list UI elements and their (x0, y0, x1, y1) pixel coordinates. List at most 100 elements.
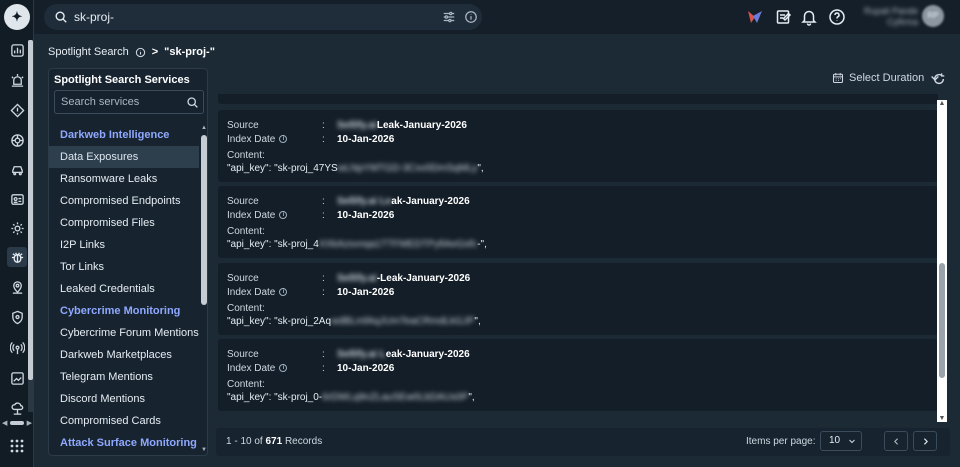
network-icon[interactable] (7, 130, 27, 150)
content-value[interactable]: "api_key": "sk-proj_4XXkAzsvnqa1TTFMEDTP… (227, 239, 487, 250)
result-card[interactable]: Source: Sellify.ai-Leak-January-2026 Index… (218, 263, 938, 335)
info-icon[interactable]: i (279, 288, 288, 297)
scroll-right-icon[interactable]: ▶ (27, 419, 32, 427)
breadcrumb-separator: > (151, 46, 159, 58)
service-item[interactable]: Leaked Credentials (49, 278, 199, 300)
global-search-bar[interactable]: sk-proj- (44, 4, 482, 30)
content-value[interactable]: "api_key": "sk-proj_2AqwdBLmfAqJUmTeaCRm… (227, 316, 481, 327)
items-per-page-select[interactable]: 10 (820, 431, 862, 451)
service-category[interactable]: Darkweb Intelligence (49, 124, 199, 146)
results-scrollbar-thumb[interactable] (939, 263, 945, 378)
help-icon[interactable] (828, 8, 846, 26)
service-item[interactable]: Darkweb Marketplaces (49, 344, 199, 366)
scroll-down-icon[interactable]: ▼ (937, 415, 947, 422)
avatar[interactable]: RP (922, 5, 944, 27)
bug-icon[interactable] (7, 247, 27, 267)
service-item[interactable]: Compromised Files (49, 212, 199, 234)
result-card-partial[interactable] (218, 94, 938, 104)
services-search[interactable] (54, 90, 204, 114)
previous-page-button[interactable] (884, 431, 908, 451)
settings-cog-icon[interactable] (7, 218, 27, 238)
source-suffix: -Leak-January-2026 (376, 273, 471, 284)
rail-scrollbar[interactable] (28, 40, 33, 412)
breadcrumb-root[interactable]: Spotlight Search (48, 46, 129, 58)
source-colon: : (322, 196, 325, 207)
id-card-icon[interactable] (7, 189, 27, 209)
content-suffix: ", (477, 163, 484, 174)
shield-icon[interactable] (7, 307, 27, 327)
image-report-icon[interactable] (7, 368, 27, 388)
search-icon[interactable] (186, 96, 199, 109)
filter-sliders-icon[interactable] (442, 10, 456, 24)
notification-bell-icon[interactable] (800, 8, 818, 26)
index-date-label: Index Date (227, 287, 276, 298)
index-date-label: Index Date (227, 210, 276, 221)
service-category[interactable]: Attack Surface Monitoring (49, 432, 199, 454)
dashboard-icon[interactable] (7, 40, 27, 60)
rail-horizontal-thumb[interactable] (10, 421, 24, 425)
services-scrollbar[interactable]: ▲ ▼ (201, 125, 207, 455)
source-colon: : (322, 120, 325, 131)
info-icon[interactable] (464, 10, 478, 24)
service-item[interactable]: Compromised Cards (49, 410, 199, 432)
services-scrollbar-thumb[interactable] (201, 135, 207, 305)
info-icon[interactable]: i (279, 211, 288, 220)
service-item[interactable]: Compromised Endpoints (49, 190, 199, 212)
broadcast-icon[interactable] (7, 338, 27, 358)
source-redacted: Sellify.ai L (337, 349, 386, 360)
user-info[interactable]: Rupali Pande Cyfirma (854, 6, 918, 28)
breadcrumb: Spotlight Search > "sk-proj-" (48, 46, 215, 58)
alarm-icon[interactable] (7, 70, 27, 90)
info-icon[interactable]: i (279, 364, 288, 373)
edit-note-icon[interactable] (775, 8, 793, 26)
chevron-down-icon (849, 439, 855, 444)
service-item[interactable]: Data Exposures (49, 146, 199, 168)
results-scrollbar[interactable]: ▲ ▼ (937, 100, 947, 422)
warning-icon[interactable] (7, 100, 27, 120)
info-icon[interactable] (135, 47, 146, 58)
service-item[interactable]: I2P Links (49, 234, 199, 256)
location-pin-icon[interactable] (7, 277, 27, 297)
source-suffix: ak-January-2026 (391, 196, 470, 207)
service-item[interactable]: Discord Mentions (49, 388, 199, 410)
result-card[interactable]: Source: Sellify.ai Leak-January-2026 Index… (218, 186, 938, 258)
select-duration-dropdown[interactable]: Select Duration (832, 72, 941, 84)
scroll-up-icon[interactable]: ▲ (937, 100, 947, 107)
services-list: Darkweb Intelligence Data Exposures Ransom… (49, 124, 199, 454)
chevron-right-icon (923, 437, 928, 445)
service-item[interactable]: Telegram Mentions (49, 366, 199, 388)
service-item[interactable]: Ransomware Leaks (49, 168, 199, 190)
service-item[interactable]: Cybercrime Forum Mentions (49, 322, 199, 344)
info-icon[interactable]: i (279, 135, 288, 144)
source-label: Source (227, 196, 259, 207)
calendar-icon (832, 73, 844, 84)
service-category[interactable]: Cybercrime Monitoring (49, 300, 199, 322)
index-date-colon: : (322, 287, 325, 298)
next-page-button[interactable] (913, 431, 937, 451)
result-card[interactable]: Source: Sellify.ai Leak-January-2026 Index… (218, 339, 938, 411)
services-search-input[interactable] (61, 94, 181, 110)
rail-scrollbar-thumb[interactable] (28, 40, 33, 380)
brand-logo[interactable]: ✦ (4, 4, 30, 30)
content-value[interactable]: "api_key": "sk-proj_47YSwLNpYMTGD-3Cxv0D… (227, 163, 484, 174)
apps-grid-icon[interactable] (9, 438, 25, 454)
source-redacted: Sellify.ai (337, 120, 377, 131)
global-search-input[interactable]: sk-proj- (74, 10, 114, 24)
scroll-down-icon[interactable]: ▼ (201, 447, 207, 455)
content-value[interactable]: "api_key": "sk-proj_0-6rDWLq9nZLauSEw0Lb… (227, 392, 475, 403)
rail-horizontal-scrollbar[interactable]: ◀ ▶ (2, 418, 32, 428)
source-suffix: eak-January-2026 (385, 349, 470, 360)
cloud-network-icon[interactable] (7, 398, 27, 418)
pagination-bar: 1 - 10 of 671 Records Items per page: 10 (216, 428, 950, 456)
result-card[interactable]: Source: Sellify.aiLeak-January-2026 Index … (218, 110, 938, 182)
scroll-up-icon[interactable]: ▲ (201, 125, 207, 133)
source-value: Sellify.aiLeak-January-2026 (337, 120, 467, 131)
car-icon[interactable] (7, 160, 27, 180)
content-redacted: 6rDWLq9nZLauSEw0LbDAUs0P (322, 392, 469, 403)
content-redacted: wLNpYMTGD-3Cxv0DmSqMLy (337, 163, 478, 174)
source-value: Sellify.ai Leak-January-2026 (337, 349, 470, 360)
service-item[interactable]: Tor Links (49, 256, 199, 278)
brand-flag-icon[interactable] (746, 8, 764, 26)
scroll-left-icon[interactable]: ◀ (2, 419, 7, 427)
refresh-icon[interactable] (932, 72, 946, 86)
